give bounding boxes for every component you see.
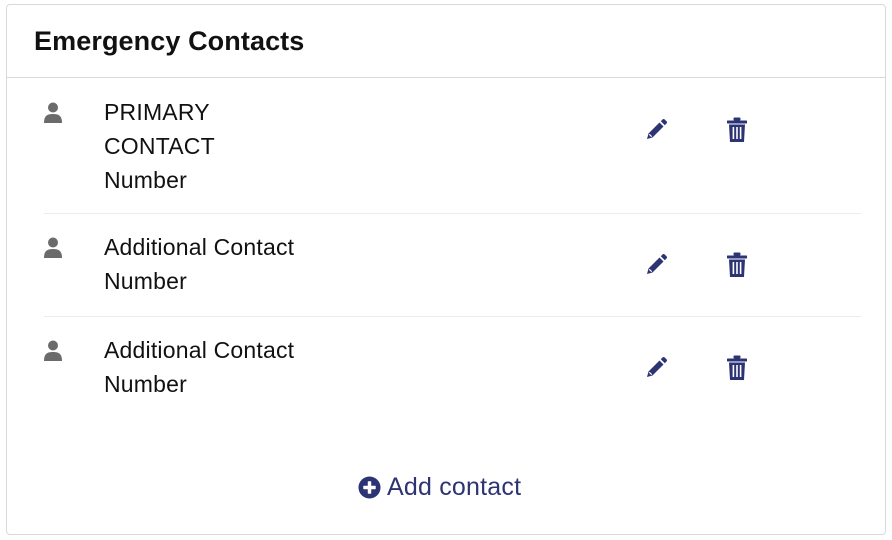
contact-name: Additional Contact bbox=[104, 337, 295, 363]
add-contact-button[interactable]: Add contact bbox=[358, 473, 521, 502]
pencil-icon bbox=[647, 118, 668, 139]
user-icon bbox=[44, 102, 62, 124]
contact-row: Additional Contact Number bbox=[44, 214, 861, 317]
contact-number-label: Number bbox=[104, 371, 188, 397]
trash-icon bbox=[727, 355, 747, 380]
contact-info: Additional Contact Number bbox=[104, 333, 294, 401]
user-icon bbox=[44, 237, 62, 259]
contact-info: Additional Contact Number bbox=[104, 230, 294, 298]
contact-name: PRIMARY CONTACT bbox=[104, 99, 215, 159]
trash-icon bbox=[727, 117, 747, 142]
contact-name: Additional Contact bbox=[104, 234, 295, 260]
contact-info: PRIMARY CONTACT Number bbox=[104, 95, 254, 197]
contact-row: Additional Contact Number bbox=[44, 317, 861, 420]
delete-contact-button[interactable] bbox=[723, 251, 751, 279]
contact-number-label: Number bbox=[104, 268, 188, 294]
delete-contact-button[interactable] bbox=[723, 116, 751, 144]
user-icon bbox=[44, 340, 62, 362]
edit-contact-button[interactable] bbox=[642, 354, 670, 382]
trash-icon bbox=[727, 252, 747, 277]
card-header: Emergency Contacts bbox=[7, 5, 885, 78]
edit-contact-button[interactable] bbox=[642, 251, 670, 279]
emergency-contacts-card: Emergency Contacts PRIMARY CONTACT Numbe… bbox=[6, 4, 886, 535]
plus-circle-icon bbox=[358, 476, 381, 499]
pencil-icon bbox=[647, 253, 668, 274]
card-title: Emergency Contacts bbox=[34, 25, 305, 56]
add-contact-label: Add contact bbox=[387, 473, 522, 501]
delete-contact-button[interactable] bbox=[723, 354, 751, 382]
contact-list: PRIMARY CONTACT Number Additional Contac… bbox=[7, 78, 885, 420]
pencil-icon bbox=[647, 356, 668, 377]
contact-row: PRIMARY CONTACT Number bbox=[44, 78, 861, 214]
contact-number-label: Number bbox=[104, 167, 188, 193]
edit-contact-button[interactable] bbox=[642, 116, 670, 144]
